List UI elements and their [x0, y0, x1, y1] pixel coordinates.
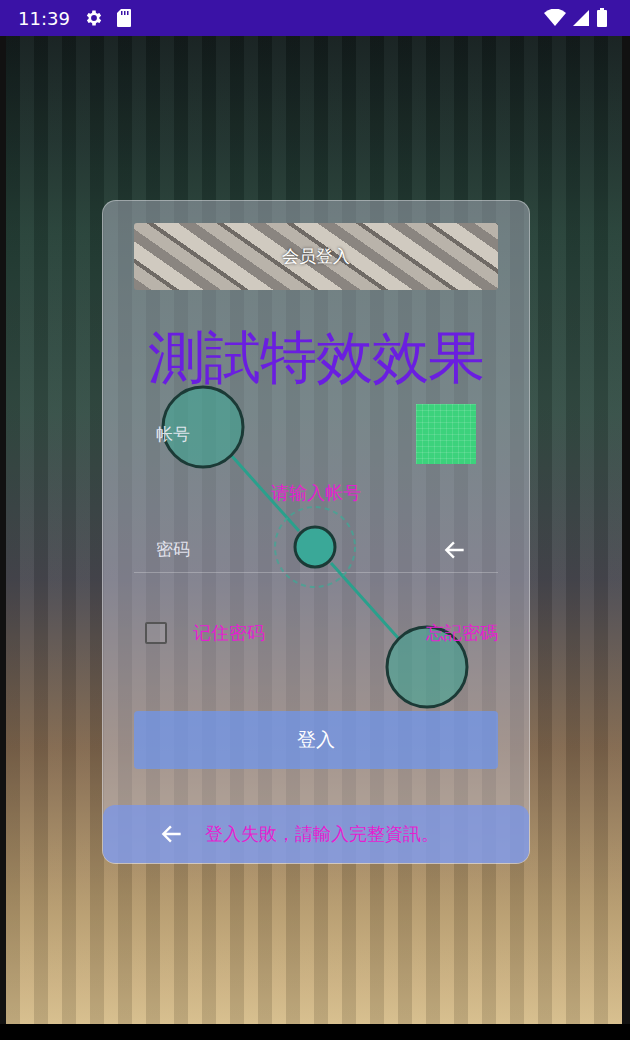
remember-label[interactable]: 记住密码	[193, 621, 265, 645]
login-button[interactable]: 登入	[134, 711, 498, 769]
message-text: 登入失敗，請輸入完整資訊。	[205, 822, 439, 846]
clock: 11:39	[18, 8, 70, 29]
username-label: 帐号	[156, 423, 416, 446]
message-bar: 登入失敗，請輸入完整資訊。	[103, 805, 529, 863]
battery-icon	[596, 8, 608, 28]
remember-row: 记住密码 忘記密碼	[134, 615, 498, 651]
remember-checkbox[interactable]	[145, 622, 167, 644]
login-card: 会员登入 測試特效效果 帐号 请输入帐号 密码 记住密码 忘記密碼 登入 登入失…	[102, 200, 530, 864]
wifi-icon	[544, 9, 566, 27]
status-bar: 11:39	[0, 0, 630, 36]
password-label: 密码	[156, 538, 442, 561]
gear-icon	[84, 8, 104, 28]
header-title: 会员登入	[282, 245, 350, 268]
forgot-password-link[interactable]: 忘記密碼	[426, 621, 498, 645]
header-banner: 会员登入	[134, 223, 498, 290]
username-hint: 请输入帐号	[134, 481, 498, 507]
password-row[interactable]: 密码	[134, 527, 498, 573]
effect-title: 測試特效效果	[134, 321, 498, 393]
back-arrow-icon[interactable]	[442, 537, 468, 563]
username-row[interactable]: 帐号	[134, 401, 498, 467]
sd-card-icon	[116, 8, 132, 28]
green-square	[416, 404, 476, 464]
signal-icon	[572, 9, 590, 27]
navigation-bar	[0, 1024, 630, 1040]
back-arrow-icon[interactable]	[159, 821, 185, 847]
background-photo: 会员登入 測試特效效果 帐号 请输入帐号 密码 记住密码 忘記密碼 登入 登入失…	[6, 36, 622, 1024]
